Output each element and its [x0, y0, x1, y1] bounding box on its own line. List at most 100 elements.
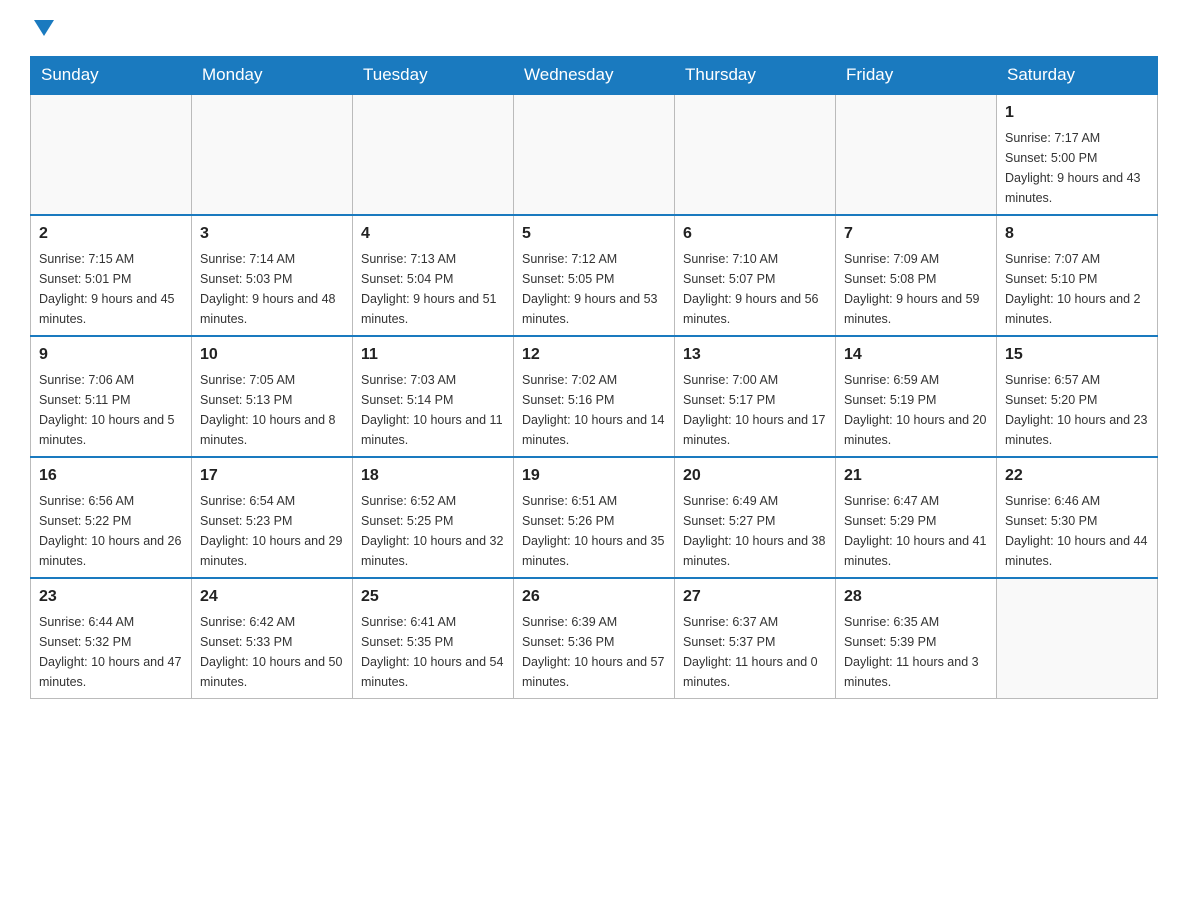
- calendar-cell: 8 Sunrise: 7:07 AMSunset: 5:10 PMDaylight…: [997, 215, 1158, 336]
- day-number: 28: [844, 585, 988, 609]
- logo-general: [30, 20, 54, 38]
- day-number: 13: [683, 343, 827, 367]
- day-number: 15: [1005, 343, 1149, 367]
- calendar-cell: 7Sunrise: 7:09 AMSunset: 5:08 PMDaylight…: [836, 215, 997, 336]
- calendar-cell: [675, 94, 836, 215]
- calendar-cell: 14Sunrise: 6:59 AMSunset: 5:19 PMDayligh…: [836, 336, 997, 457]
- day-info: Sunrise: 7:03 AMSunset: 5:14 PMDaylight:…: [361, 370, 505, 450]
- day-info: Sunrise: 7:10 AMSunset: 5:07 PMDaylight:…: [683, 249, 827, 329]
- day-number: 9: [39, 343, 183, 367]
- calendar-week-row: 9 Sunrise: 7:06 AMSunset: 5:11 PMDaylight…: [31, 336, 1158, 457]
- day-info: Sunrise: 7:02 AMSunset: 5:16 PMDaylight:…: [522, 370, 666, 450]
- day-info: Sunrise: 6:47 AMSunset: 5:29 PMDaylight:…: [844, 491, 988, 571]
- calendar-cell: 22 Sunrise: 6:46 AMSunset: 5:30 PMDayligh…: [997, 457, 1158, 578]
- calendar-cell: [997, 578, 1158, 699]
- calendar-header-saturday: Saturday: [997, 57, 1158, 95]
- day-info: Sunrise: 6:57 AMSunset: 5:20 PMDaylight:…: [1005, 370, 1149, 450]
- calendar-week-row: 23 Sunrise: 6:44 AMSunset: 5:32 PMDayligh…: [31, 578, 1158, 699]
- calendar-cell: 1 Sunrise: 7:17 AMSunset: 5:00 PMDaylight…: [997, 94, 1158, 215]
- day-info: Sunrise: 7:15 AMSunset: 5:01 PMDaylight:…: [39, 249, 183, 329]
- day-number: 26: [522, 585, 666, 609]
- day-number: 23: [39, 585, 183, 609]
- day-info: Sunrise: 7:13 AMSunset: 5:04 PMDaylight:…: [361, 249, 505, 329]
- logo: [30, 20, 54, 38]
- day-info: Sunrise: 6:52 AMSunset: 5:25 PMDaylight:…: [361, 491, 505, 571]
- calendar-cell: 4 Sunrise: 7:13 AMSunset: 5:04 PMDaylight…: [353, 215, 514, 336]
- day-number: 27: [683, 585, 827, 609]
- day-info: Sunrise: 6:59 AMSunset: 5:19 PMDaylight:…: [844, 370, 988, 450]
- day-number: 17: [200, 464, 344, 488]
- day-number: 25: [361, 585, 505, 609]
- day-info: Sunrise: 7:07 AMSunset: 5:10 PMDaylight:…: [1005, 249, 1149, 329]
- day-number: 5: [522, 222, 666, 246]
- calendar-cell: 10Sunrise: 7:05 AMSunset: 5:13 PMDayligh…: [192, 336, 353, 457]
- day-info: Sunrise: 6:46 AMSunset: 5:30 PMDaylight:…: [1005, 491, 1149, 571]
- calendar-header-monday: Monday: [192, 57, 353, 95]
- calendar-cell: 26 Sunrise: 6:39 AMSunset: 5:36 PMDayligh…: [514, 578, 675, 699]
- calendar-table: SundayMondayTuesdayWednesdayThursdayFrid…: [30, 56, 1158, 699]
- day-number: 20: [683, 464, 827, 488]
- day-number: 8: [1005, 222, 1149, 246]
- calendar-cell: [192, 94, 353, 215]
- calendar-cell: [31, 94, 192, 215]
- calendar-cell: 21 Sunrise: 6:47 AMSunset: 5:29 PMDayligh…: [836, 457, 997, 578]
- day-info: Sunrise: 6:39 AMSunset: 5:36 PMDaylight:…: [522, 612, 666, 692]
- calendar-cell: 17 Sunrise: 6:54 AMSunset: 5:23 PMDayligh…: [192, 457, 353, 578]
- day-info: Sunrise: 6:51 AMSunset: 5:26 PMDaylight:…: [522, 491, 666, 571]
- day-info: Sunrise: 6:42 AMSunset: 5:33 PMDaylight:…: [200, 612, 344, 692]
- calendar-cell: 12 Sunrise: 7:02 AMSunset: 5:16 PMDayligh…: [514, 336, 675, 457]
- calendar-cell: 3 Sunrise: 7:14 AMSunset: 5:03 PMDaylight…: [192, 215, 353, 336]
- day-info: Sunrise: 6:49 AMSunset: 5:27 PMDaylight:…: [683, 491, 827, 571]
- calendar-cell: [836, 94, 997, 215]
- day-info: Sunrise: 6:56 AMSunset: 5:22 PMDaylight:…: [39, 491, 183, 571]
- calendar-cell: 20 Sunrise: 6:49 AMSunset: 5:27 PMDayligh…: [675, 457, 836, 578]
- calendar-week-row: 1 Sunrise: 7:17 AMSunset: 5:00 PMDaylight…: [31, 94, 1158, 215]
- calendar-cell: 5 Sunrise: 7:12 AMSunset: 5:05 PMDaylight…: [514, 215, 675, 336]
- calendar-cell: 25Sunrise: 6:41 AMSunset: 5:35 PMDayligh…: [353, 578, 514, 699]
- calendar-week-row: 16 Sunrise: 6:56 AMSunset: 5:22 PMDayligh…: [31, 457, 1158, 578]
- day-info: Sunrise: 6:44 AMSunset: 5:32 PMDaylight:…: [39, 612, 183, 692]
- day-info: Sunrise: 6:54 AMSunset: 5:23 PMDaylight:…: [200, 491, 344, 571]
- calendar-cell: 19 Sunrise: 6:51 AMSunset: 5:26 PMDayligh…: [514, 457, 675, 578]
- calendar-cell: 9 Sunrise: 7:06 AMSunset: 5:11 PMDaylight…: [31, 336, 192, 457]
- day-number: 16: [39, 464, 183, 488]
- day-number: 1: [1005, 101, 1149, 125]
- calendar-cell: 6Sunrise: 7:10 AMSunset: 5:07 PMDaylight…: [675, 215, 836, 336]
- day-number: 4: [361, 222, 505, 246]
- day-info: Sunrise: 7:12 AMSunset: 5:05 PMDaylight:…: [522, 249, 666, 329]
- day-number: 2: [39, 222, 183, 246]
- day-info: Sunrise: 7:14 AMSunset: 5:03 PMDaylight:…: [200, 249, 344, 329]
- day-number: 11: [361, 343, 505, 367]
- calendar-cell: 23 Sunrise: 6:44 AMSunset: 5:32 PMDayligh…: [31, 578, 192, 699]
- calendar-header-thursday: Thursday: [675, 57, 836, 95]
- calendar-cell: 13 Sunrise: 7:00 AMSunset: 5:17 PMDayligh…: [675, 336, 836, 457]
- day-info: Sunrise: 7:05 AMSunset: 5:13 PMDaylight:…: [200, 370, 344, 450]
- calendar-header-friday: Friday: [836, 57, 997, 95]
- day-info: Sunrise: 7:09 AMSunset: 5:08 PMDaylight:…: [844, 249, 988, 329]
- calendar-header-tuesday: Tuesday: [353, 57, 514, 95]
- day-number: 22: [1005, 464, 1149, 488]
- calendar-header-wednesday: Wednesday: [514, 57, 675, 95]
- day-info: Sunrise: 7:06 AMSunset: 5:11 PMDaylight:…: [39, 370, 183, 450]
- calendar-header-row: SundayMondayTuesdayWednesdayThursdayFrid…: [31, 57, 1158, 95]
- day-info: Sunrise: 6:37 AMSunset: 5:37 PMDaylight:…: [683, 612, 827, 692]
- day-info: Sunrise: 7:17 AMSunset: 5:00 PMDaylight:…: [1005, 128, 1149, 208]
- day-number: 18: [361, 464, 505, 488]
- day-number: 3: [200, 222, 344, 246]
- calendar-cell: 28 Sunrise: 6:35 AMSunset: 5:39 PMDayligh…: [836, 578, 997, 699]
- calendar-cell: 2 Sunrise: 7:15 AMSunset: 5:01 PMDaylight…: [31, 215, 192, 336]
- calendar-cell: 18 Sunrise: 6:52 AMSunset: 5:25 PMDayligh…: [353, 457, 514, 578]
- day-number: 24: [200, 585, 344, 609]
- day-info: Sunrise: 7:00 AMSunset: 5:17 PMDaylight:…: [683, 370, 827, 450]
- calendar-cell: [353, 94, 514, 215]
- logo-arrow-icon: [34, 20, 54, 36]
- day-number: 12: [522, 343, 666, 367]
- day-number: 19: [522, 464, 666, 488]
- calendar-cell: 16 Sunrise: 6:56 AMSunset: 5:22 PMDayligh…: [31, 457, 192, 578]
- calendar-week-row: 2 Sunrise: 7:15 AMSunset: 5:01 PMDaylight…: [31, 215, 1158, 336]
- calendar-cell: 15 Sunrise: 6:57 AMSunset: 5:20 PMDayligh…: [997, 336, 1158, 457]
- calendar-cell: [514, 94, 675, 215]
- calendar-cell: 11 Sunrise: 7:03 AMSunset: 5:14 PMDayligh…: [353, 336, 514, 457]
- day-info: Sunrise: 6:35 AMSunset: 5:39 PMDaylight:…: [844, 612, 988, 692]
- day-number: 21: [844, 464, 988, 488]
